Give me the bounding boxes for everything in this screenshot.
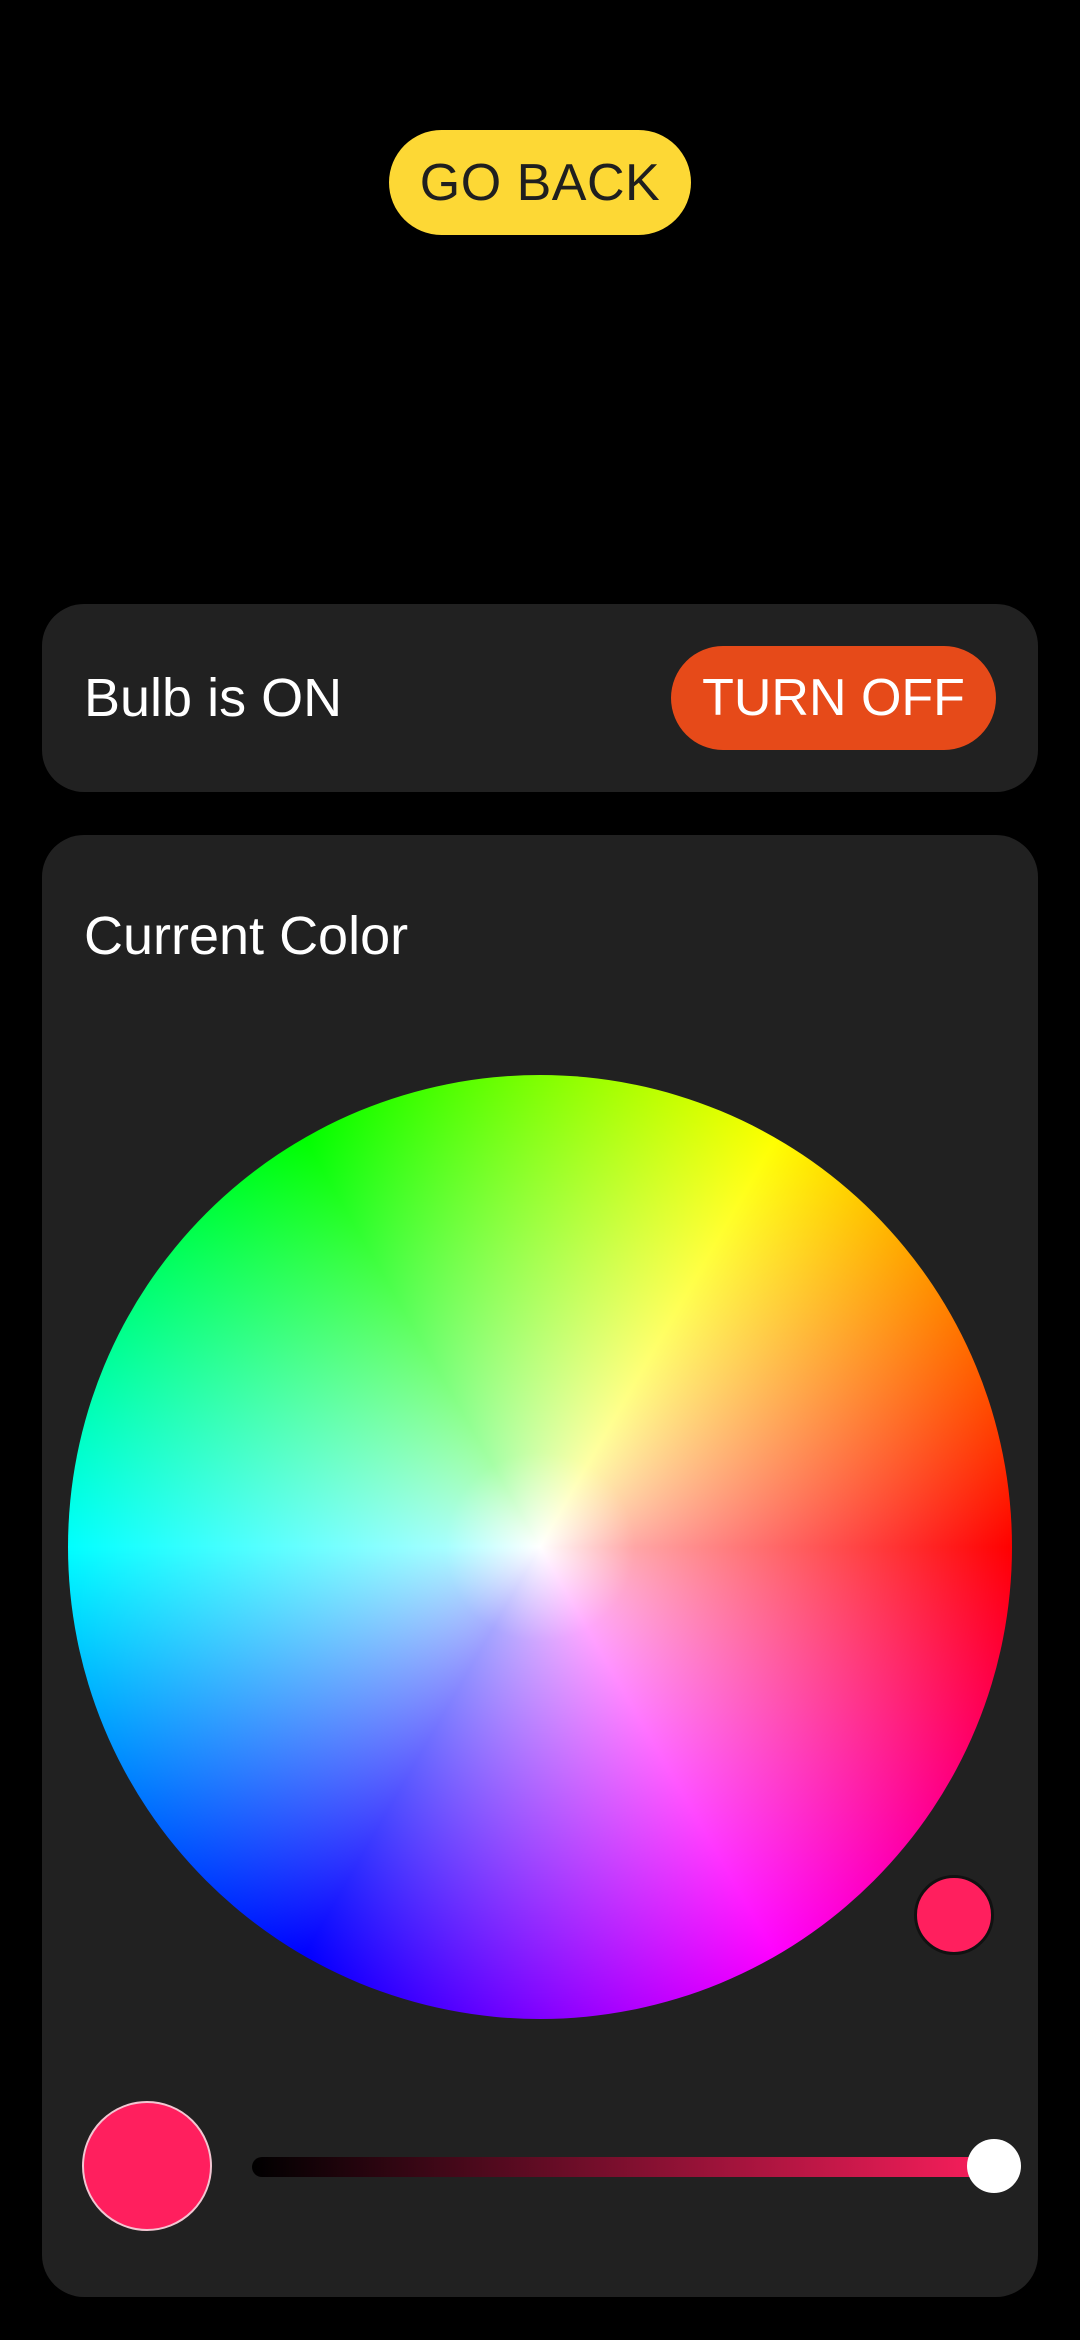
bulb-status-card: Bulb is ON TURN OFF	[42, 604, 1038, 792]
turn-off-button[interactable]: TURN OFF	[671, 646, 996, 750]
go-back-button[interactable]: GO BACK	[389, 130, 691, 235]
color-card: Current Color	[42, 835, 1038, 2297]
color-wheel[interactable]	[68, 1075, 1012, 2019]
brightness-slider-track[interactable]	[252, 2157, 1008, 2177]
current-color-title: Current Color	[84, 906, 409, 966]
color-picker-handle[interactable]	[914, 1875, 994, 1955]
brightness-slider-thumb[interactable]	[967, 2139, 1021, 2193]
bulb-status-text: Bulb is ON	[84, 668, 343, 728]
current-color-swatch	[82, 2101, 212, 2231]
